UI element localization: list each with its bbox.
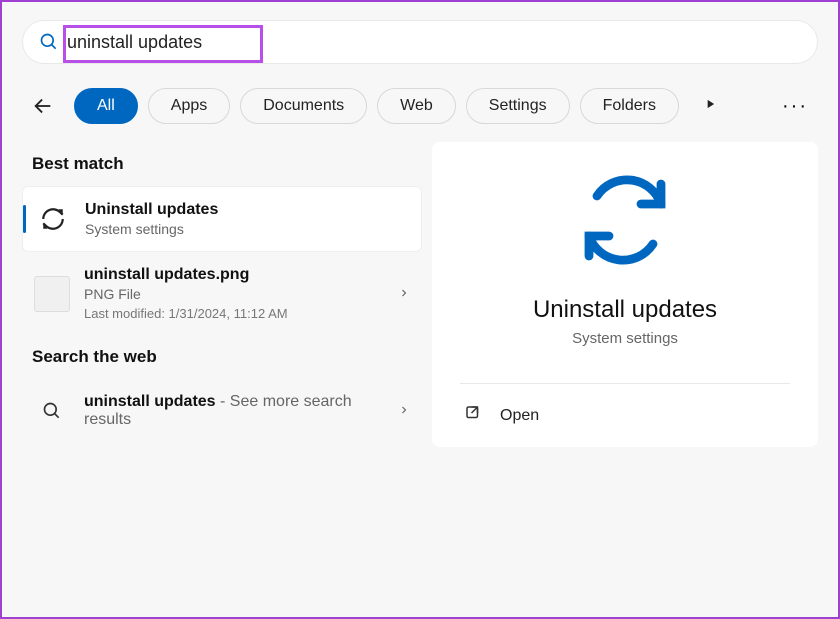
result-title: Uninstall updates: [85, 201, 409, 219]
results-panel: Best match Uninstall updates System sett…: [2, 142, 432, 447]
back-button[interactable]: [22, 89, 64, 123]
filter-web[interactable]: Web: [377, 88, 456, 124]
search-highlight: [63, 25, 263, 63]
more-options-button[interactable]: ···: [772, 89, 818, 124]
search-icon: [39, 32, 59, 52]
detail-title: Uninstall updates: [432, 296, 818, 324]
filter-apps[interactable]: Apps: [148, 88, 230, 124]
search-bar: [22, 20, 818, 64]
more-filters-button[interactable]: [697, 91, 723, 122]
triangle-right-icon: [703, 97, 717, 111]
result-web-search[interactable]: uninstall updates - See more search resu…: [22, 379, 422, 443]
open-external-icon: [464, 404, 482, 427]
result-meta: Last modified: 1/31/2024, 11:12 AM: [84, 306, 398, 321]
search-web-header: Search the web: [22, 335, 422, 379]
filter-row: All Apps Documents Web Settings Folders …: [22, 88, 818, 124]
filter-all[interactable]: All: [74, 88, 138, 124]
result-title: uninstall updates.png: [84, 266, 398, 284]
result-subtitle: System settings: [85, 221, 409, 237]
best-match-header: Best match: [22, 142, 422, 186]
file-thumbnail-icon: [34, 276, 70, 312]
arrow-left-icon: [32, 95, 54, 117]
open-action[interactable]: Open: [432, 384, 818, 447]
result-file-png[interactable]: uninstall updates.png PNG File Last modi…: [22, 252, 422, 335]
chevron-right-icon: [398, 286, 410, 302]
filter-documents[interactable]: Documents: [240, 88, 367, 124]
detail-refresh-icon: [432, 172, 818, 268]
search-icon: [34, 393, 70, 429]
refresh-icon: [35, 201, 71, 237]
result-uninstall-updates[interactable]: Uninstall updates System settings: [22, 186, 422, 252]
chevron-right-icon: [398, 403, 410, 419]
result-title: uninstall updates - See more search resu…: [84, 393, 398, 429]
filter-folders[interactable]: Folders: [580, 88, 679, 124]
detail-subtitle: System settings: [432, 330, 818, 347]
filter-settings[interactable]: Settings: [466, 88, 570, 124]
result-subtitle: PNG File: [84, 286, 398, 302]
detail-panel: Uninstall updates System settings Open: [432, 142, 818, 447]
open-label: Open: [500, 407, 539, 425]
